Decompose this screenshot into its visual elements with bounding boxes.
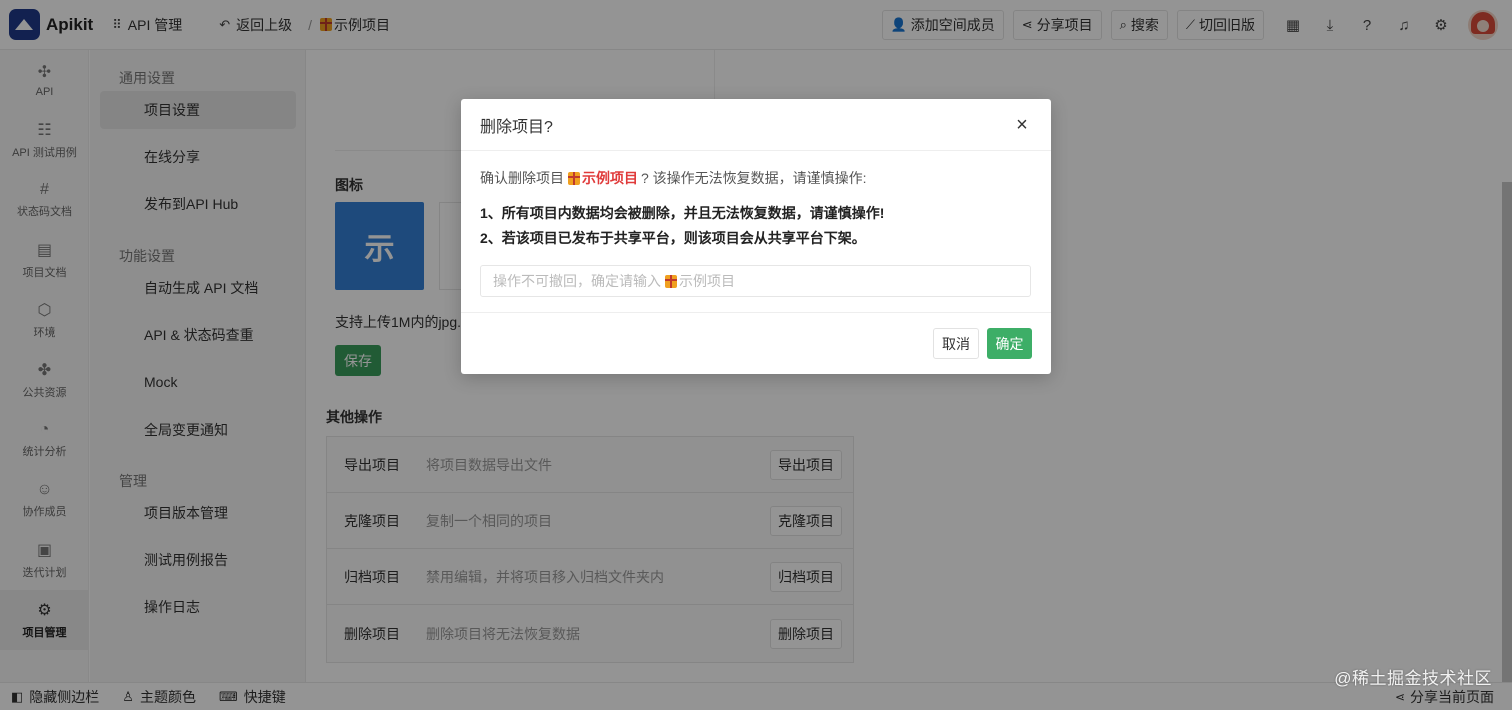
confirm-message: 确认删除项目 示例项目 ? 该操作无法恢复数据，请谨慎操作: <box>480 168 1032 188</box>
cancel-button[interactable]: 取消 <box>933 328 979 359</box>
input-placeholder-name: 示例项目 <box>679 273 735 289</box>
warning-line-2: 2、若该项目已发布于共享平台，则该项目会从共享平台下架。 <box>480 230 866 246</box>
gift-icon <box>568 171 580 185</box>
dialog-title: 删除项目? <box>480 118 553 136</box>
confirm-button[interactable]: 确定 <box>987 328 1032 359</box>
confirm-project-name-input[interactable]: 操作不可撤回，确定请输入 示例项目 <box>480 265 1031 297</box>
dialog-header: 删除项目? × <box>461 99 1051 151</box>
input-placeholder-prefix: 操作不可撤回，确定请输入 <box>493 273 661 289</box>
close-icon[interactable]: × <box>1013 115 1031 135</box>
confirm-suffix: ? 该操作无法恢复数据，请谨慎操作: <box>641 170 867 186</box>
dialog-footer: 取消 确定 <box>461 312 1051 374</box>
confirm-prefix: 确认删除项目 <box>480 170 564 186</box>
dialog-body: 确认删除项目 示例项目 ? 该操作无法恢复数据，请谨慎操作: 1、所有项目内数据… <box>461 151 1051 297</box>
gift-icon <box>665 274 677 288</box>
confirm-project-name: 示例项目 <box>582 170 638 186</box>
warning-line-1: 1、所有项目内数据均会被删除，并且无法恢复数据，请谨慎操作! <box>480 205 885 221</box>
delete-project-dialog: 删除项目? × 确认删除项目 示例项目 ? 该操作无法恢复数据，请谨慎操作: 1… <box>461 99 1051 374</box>
watermark: @稀土掘金技术社区 <box>1334 669 1492 688</box>
